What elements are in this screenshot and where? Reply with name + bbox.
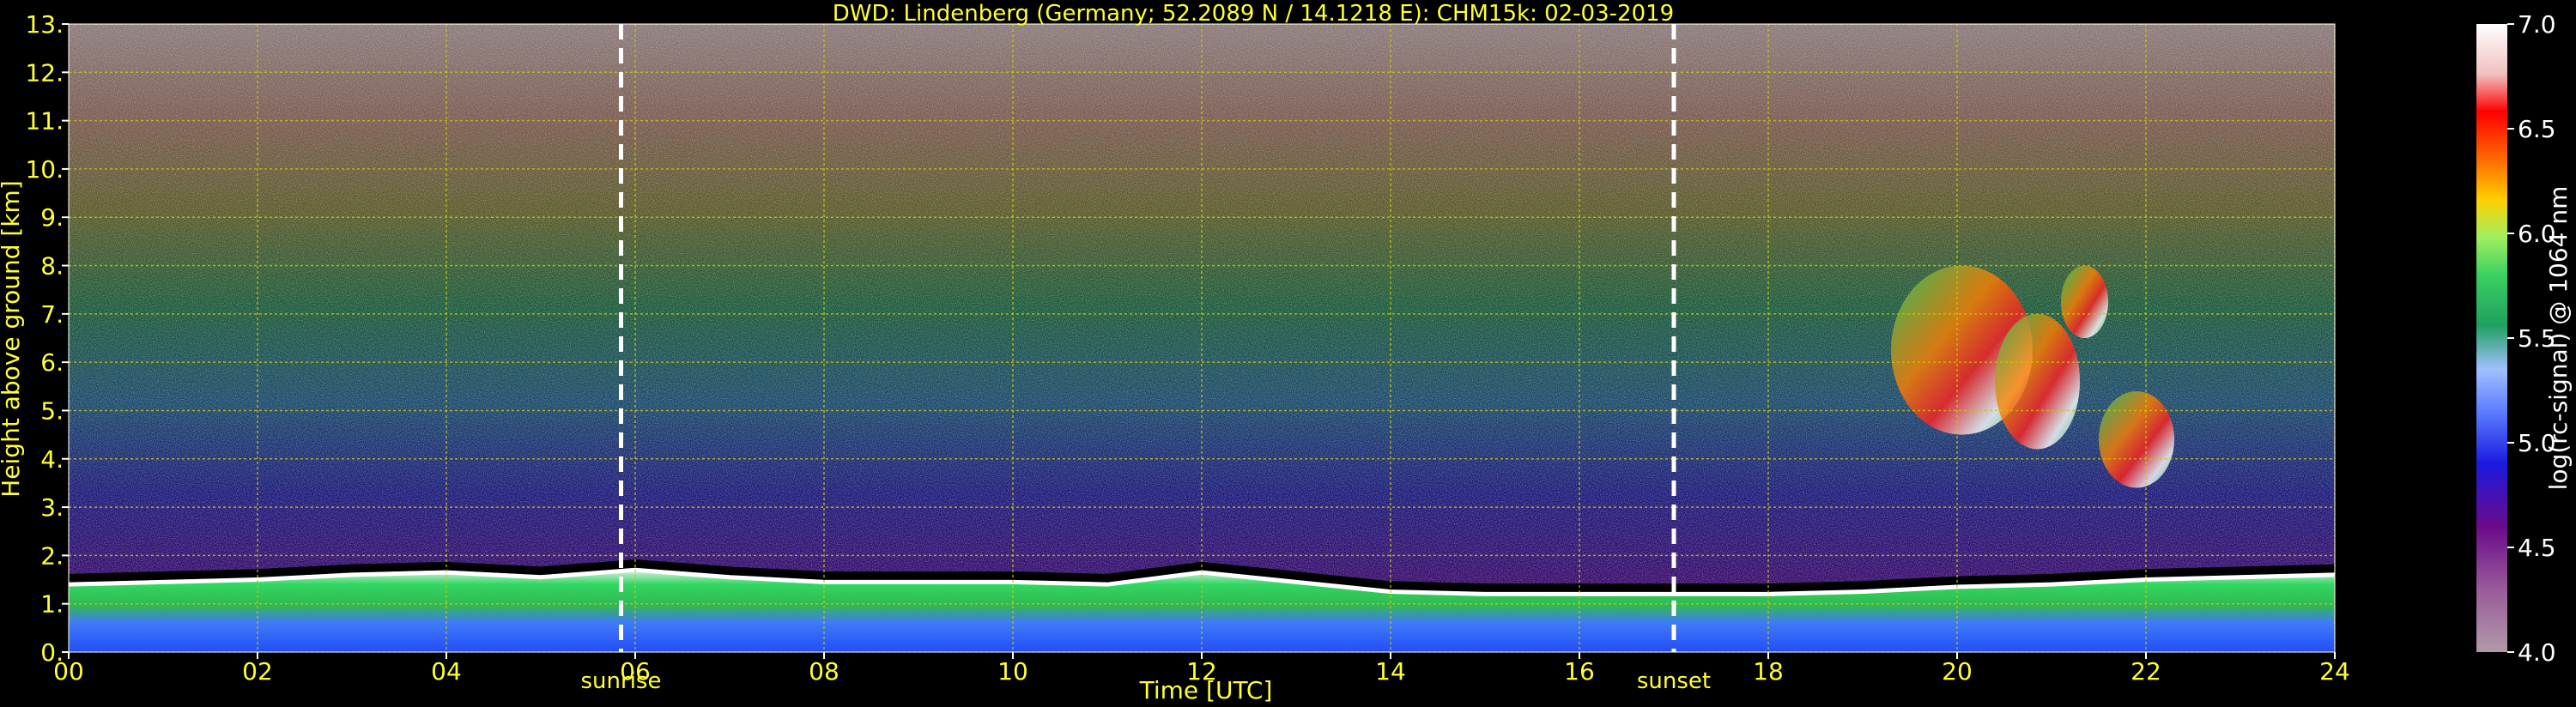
colorbar-tick-label: 6.5 [2518, 115, 2556, 143]
ceilometer-chart: sunrise sunset00 02 04 06 08 10 12 14 16 18 20 22 240… [0, 1, 2573, 704]
x-tick-label: 10 [997, 657, 1028, 686]
y-tick-label: 13. [25, 10, 64, 39]
x-tick-label: 24 [2319, 657, 2350, 686]
cloud-layer [2099, 390, 2174, 488]
colorbar-label: log(rc-signal) @ 1064 nm [2544, 186, 2573, 491]
x-tick-label: 06 [620, 657, 651, 686]
x-tick-label: 04 [431, 657, 462, 686]
cloud-layer [2061, 265, 2108, 338]
colorbar-tick-label: 7.0 [2518, 10, 2556, 39]
y-tick-label: 5. [40, 396, 64, 425]
x-tick-label: 14 [1375, 657, 1406, 686]
y-tick-label: 4. [40, 445, 64, 474]
y-tick-label: 12. [25, 58, 64, 87]
event-label-sunset: sunset [1637, 668, 1711, 694]
plot-area [69, 24, 2335, 652]
x-tick-label: 16 [1564, 657, 1595, 686]
y-tick-label: 6. [40, 348, 64, 377]
y-tick-label: 10. [25, 155, 64, 184]
y-tick-label: 1. [40, 590, 64, 619]
y-tick-label: 0. [40, 638, 64, 667]
y-tick-label: 2. [40, 541, 64, 570]
colorbar: 4.04.55.05.56.06.57.0 log(rc-signal) @ 1… [2476, 10, 2573, 667]
y-tick-label: 8. [40, 252, 64, 281]
x-tick-label: 22 [2131, 657, 2161, 686]
y-tick-label: 9. [40, 203, 64, 232]
x-tick-label: 20 [1942, 657, 1973, 686]
x-tick-label: 08 [809, 657, 839, 686]
x-axis-label: Time [UTC] [1139, 676, 1273, 704]
colorbar-tick-label: 4.0 [2518, 638, 2556, 667]
y-tick-label: 7. [40, 300, 64, 329]
x-tick-label: 02 [242, 657, 273, 686]
y-axis-label: Height above ground [km] [0, 180, 25, 498]
colorbar-tick-label: 4.5 [2518, 534, 2556, 562]
y-tick-label: 11. [25, 107, 64, 136]
colorbar-ramp [2476, 24, 2507, 652]
y-tick-label: 3. [40, 493, 64, 522]
cloud-layer [1995, 313, 2080, 450]
chart-title: DWD: Lindenberg (Germany; 52.2089 N / 14… [833, 1, 1674, 27]
x-tick-label: 18 [1753, 657, 1784, 686]
